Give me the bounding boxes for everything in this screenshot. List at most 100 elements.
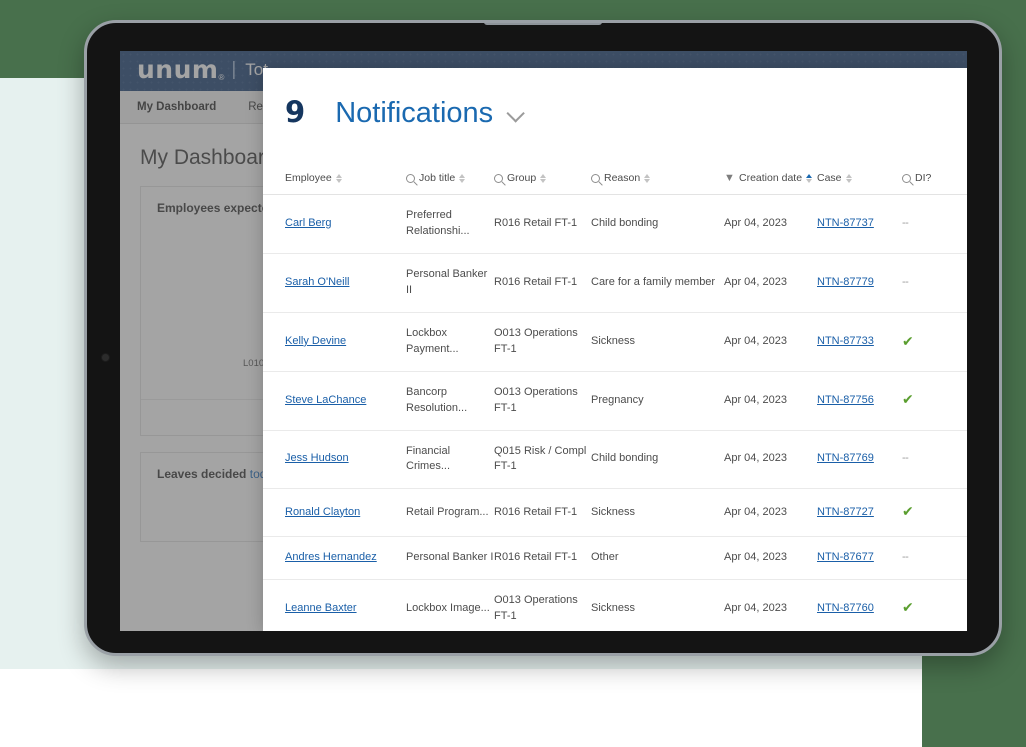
cell-employee: Steve LaChance	[263, 371, 406, 430]
notifications-modal: 9 Notifications	[263, 68, 967, 631]
tablet-device-frame: unum ® | Tot My Dashboard Re My Dashboar…	[84, 20, 1002, 656]
cell-case: NTN-87737	[817, 195, 902, 254]
search-icon[interactable]	[591, 174, 600, 183]
cell-di: ✔	[902, 579, 967, 631]
filter-icon[interactable]: ▼	[724, 173, 735, 184]
column-label: DI?	[915, 172, 931, 184]
table-row[interactable]: Carl BergPreferred Relationshi...R016 Re…	[263, 195, 967, 254]
employee-link[interactable]: Steve LaChance	[285, 394, 366, 406]
search-icon[interactable]	[902, 174, 911, 183]
sort-toggle-icon[interactable]	[806, 174, 812, 183]
cell-case: NTN-87733	[817, 312, 902, 371]
cell-employee: Carl Berg	[263, 195, 406, 254]
column-label: Case	[817, 172, 842, 184]
sort-toggle-icon[interactable]	[846, 174, 852, 183]
table-row[interactable]: Andres Hernandez Personal Banker IR016 Re…	[263, 536, 967, 579]
cell-di: --	[902, 253, 967, 312]
column-header-group[interactable]: Group	[494, 168, 591, 195]
employee-link[interactable]: Jess Hudson	[285, 452, 349, 464]
notifications-table-wrapper[interactable]: Employee Job title	[263, 168, 967, 631]
cell-creation-date: Apr 04, 2023	[724, 536, 817, 579]
table-header: Employee Job title	[263, 168, 967, 195]
notification-count-badge: 9	[285, 95, 305, 129]
cell-case: NTN-87779	[817, 253, 902, 312]
case-link[interactable]: NTN-87760	[817, 602, 874, 614]
check-icon: ✔	[902, 334, 914, 350]
column-label: Group	[507, 172, 536, 184]
cell-di: --	[902, 430, 967, 489]
cell-reason: Other	[591, 536, 724, 579]
column-header-job-title[interactable]: Job title	[406, 168, 494, 195]
table-row[interactable]: Jess HudsonFinancial Crimes...Q015 Risk …	[263, 430, 967, 489]
table-row[interactable]: Sarah O'NeillPersonal Banker IIR016 Reta…	[263, 253, 967, 312]
employee-link[interactable]: Sarah O'Neill	[285, 276, 349, 288]
table-row[interactable]: Kelly Devine Lockbox Payment...O013 Opera…	[263, 312, 967, 371]
cell-job-title: Bancorp Resolution...	[406, 371, 494, 430]
sort-toggle-icon[interactable]	[336, 174, 342, 183]
column-label: Employee	[285, 172, 332, 184]
cell-group: O013 Operations FT-1	[494, 371, 591, 430]
cell-employee: Kelly Devine	[263, 312, 406, 371]
search-icon[interactable]	[406, 174, 415, 183]
column-header-di[interactable]: DI?	[902, 168, 967, 195]
modal-title[interactable]: Notifications	[335, 97, 520, 130]
cell-job-title: Personal Banker II	[406, 253, 494, 312]
case-link[interactable]: NTN-87737	[817, 217, 874, 229]
cell-reason: Care for a family member	[591, 253, 724, 312]
employee-link[interactable]: Leanne Baxter	[285, 602, 357, 614]
cell-group: R016 Retail FT-1	[494, 536, 591, 579]
column-header-creation-date[interactable]: ▼ Creation date	[724, 168, 817, 195]
column-header-reason[interactable]: Reason	[591, 168, 724, 195]
table-row[interactable]: Leanne BaxterLockbox Image...O013 Operat…	[263, 579, 967, 631]
case-link[interactable]: NTN-87769	[817, 452, 874, 464]
search-icon[interactable]	[494, 174, 503, 183]
cell-creation-date: Apr 04, 2023	[724, 195, 817, 254]
column-header-employee[interactable]: Employee	[263, 168, 406, 195]
cell-employee: Jess Hudson	[263, 430, 406, 489]
case-link[interactable]: NTN-87756	[817, 394, 874, 406]
case-link[interactable]: NTN-87677	[817, 551, 874, 563]
tablet-speaker	[484, 21, 602, 25]
cell-employee: Leanne Baxter	[263, 579, 406, 631]
cell-reason: Child bonding	[591, 195, 724, 254]
column-header-case[interactable]: Case	[817, 168, 902, 195]
cell-group: O013 Operations FT-1	[494, 312, 591, 371]
chevron-down-icon[interactable]	[507, 104, 525, 122]
cell-job-title: Preferred Relationshi...	[406, 195, 494, 254]
check-icon: ✔	[902, 392, 914, 408]
case-link[interactable]: NTN-87733	[817, 335, 874, 347]
cell-reason: Sickness	[591, 489, 724, 536]
cell-di: ✔	[902, 371, 967, 430]
check-icon: ✔	[902, 504, 914, 520]
cell-di: ✔	[902, 489, 967, 536]
cell-case: NTN-87760	[817, 579, 902, 631]
empty-value: --	[902, 276, 908, 288]
cell-case: NTN-87727	[817, 489, 902, 536]
table-row[interactable]: Ronald ClaytonRetail Program...R016 Reta…	[263, 489, 967, 536]
sort-toggle-icon[interactable]	[644, 174, 650, 183]
case-link[interactable]: NTN-87727	[817, 506, 874, 518]
case-link[interactable]: NTN-87779	[817, 276, 874, 288]
cell-reason: Sickness	[591, 312, 724, 371]
cell-di: --	[902, 536, 967, 579]
employee-link[interactable]: Carl Berg	[285, 217, 331, 229]
table-body: Carl Berg Preferred Relationshi... R016 Re…	[263, 195, 967, 632]
employee-link[interactable]: Kelly Devine	[285, 335, 346, 347]
cell-group: R016 Retail FT-1	[494, 489, 591, 536]
empty-value: --	[902, 452, 908, 464]
table-row[interactable]: Steve LaChance Bancorp Resolution...O013 …	[263, 371, 967, 430]
cell-di: ✔	[902, 312, 967, 371]
cell-di: --	[902, 195, 967, 254]
employee-link[interactable]: Andres Hernandez	[285, 551, 377, 563]
modal-header: 9 Notifications	[263, 68, 967, 168]
cell-reason: Sickness	[591, 579, 724, 631]
background-white-strip	[0, 669, 922, 747]
page-root: unum ® | Tot My Dashboard Re My Dashboar…	[0, 0, 1026, 747]
cell-job-title: Personal Banker I	[406, 536, 494, 579]
modal-title-text: Notifications	[335, 97, 493, 130]
sort-toggle-icon[interactable]	[540, 174, 546, 183]
sort-toggle-icon[interactable]	[459, 174, 465, 183]
employee-link[interactable]: Ronald Clayton	[285, 506, 360, 518]
cell-job-title: Lockbox Payment...	[406, 312, 494, 371]
cell-creation-date: Apr 04, 2023	[724, 371, 817, 430]
